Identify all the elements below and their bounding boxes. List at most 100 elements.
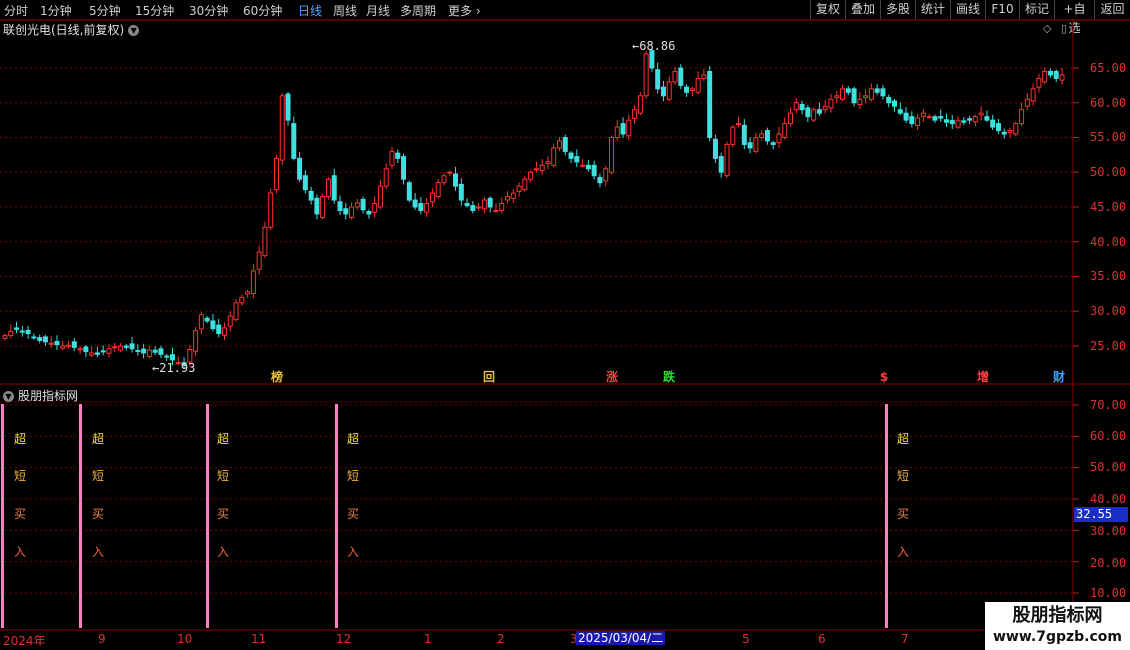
indicator-axis-label: 60.00: [1090, 429, 1127, 443]
candle-body: [551, 147, 557, 166]
candle-body: [227, 315, 233, 327]
signal-char: 超: [217, 432, 230, 446]
candle-body: [915, 117, 921, 126]
event-badge[interactable]: 增: [976, 370, 990, 384]
event-badge[interactable]: 财: [1052, 370, 1066, 384]
candle-body: [204, 317, 210, 322]
price-axis-label: 50.00: [1090, 165, 1127, 179]
event-badge[interactable]: $: [877, 370, 891, 384]
signal-char: 超: [92, 432, 105, 446]
cursor-date-label: 2025/03/04/二: [576, 631, 666, 645]
candle-body: [383, 168, 389, 187]
candle-body: [597, 176, 603, 184]
candle-body: [476, 206, 482, 209]
candle-body: [308, 190, 314, 201]
date-axis-label: 2: [497, 632, 505, 646]
candle-body: [574, 156, 580, 163]
indicator-name: 股朋指标网: [18, 389, 79, 403]
chevron-down-icon[interactable]: ▼: [3, 391, 14, 402]
candle-body: [343, 208, 349, 215]
indicator-axis-label: 40.00: [1090, 492, 1127, 506]
price-axis-label: 30.00: [1090, 304, 1127, 318]
candle-body: [19, 330, 25, 333]
candle-body: [2, 335, 8, 339]
candle-body: [764, 130, 770, 142]
candle-body: [724, 143, 730, 177]
candle-body: [603, 168, 609, 182]
date-axis-label: 1: [424, 632, 432, 646]
candle-body: [990, 119, 996, 128]
candle-body: [684, 86, 690, 93]
candle-body: [493, 209, 499, 212]
candle-body: [736, 123, 742, 126]
signal-char: 短: [92, 469, 105, 483]
candle-body: [943, 119, 949, 123]
candle-body: [412, 199, 418, 208]
candle-body: [799, 103, 805, 111]
candle-body: [83, 346, 89, 353]
candle-body: [747, 142, 753, 149]
candle-body: [1042, 70, 1048, 83]
candle-body: [146, 349, 152, 357]
price-axis-label: 45.00: [1090, 200, 1127, 214]
price-axis-label: 55.00: [1090, 130, 1127, 144]
candle-body: [851, 88, 857, 104]
candle-body: [141, 348, 147, 354]
candle-body: [401, 156, 407, 180]
candle-body: [25, 329, 31, 334]
candle-body: [123, 345, 129, 348]
candle-body: [874, 88, 880, 93]
candle-body: [909, 116, 915, 125]
signal-char: 短: [897, 469, 910, 483]
candle-body: [788, 112, 794, 125]
candle-body: [759, 133, 765, 138]
candle-body: [360, 198, 366, 211]
candle-body: [354, 202, 360, 208]
date-axis-label: 12: [336, 632, 352, 646]
candle-body: [429, 192, 435, 203]
candle-body: [499, 203, 505, 211]
event-badge[interactable]: 跌: [662, 370, 676, 384]
event-badge[interactable]: 回: [482, 370, 496, 384]
signal-char: 入: [14, 545, 27, 559]
candle-body: [31, 336, 37, 339]
date-axis-label: 11: [251, 632, 267, 646]
price-axis-label: 35.00: [1090, 269, 1127, 283]
candle-body: [164, 355, 170, 358]
candle-body: [660, 86, 666, 97]
indicator-axis-label: 10.00: [1090, 586, 1127, 600]
candle-body: [863, 95, 869, 99]
date-axis-label: 7: [901, 632, 909, 646]
cursor-value-label: 32.55: [1074, 507, 1128, 522]
candle-body: [42, 336, 48, 343]
event-badge[interactable]: 涨: [605, 370, 619, 384]
candle-body: [221, 327, 227, 336]
candle-body: [447, 171, 453, 174]
candle-body: [822, 105, 828, 111]
candle-body: [320, 196, 326, 218]
candle-body: [926, 116, 932, 119]
candle-body: [880, 88, 886, 97]
candle-body: [562, 137, 568, 152]
candle-body: [1024, 98, 1030, 107]
candle-body: [533, 168, 539, 171]
candle-body: [89, 352, 95, 356]
candle-body: [891, 100, 897, 107]
candle-body: [279, 95, 285, 161]
signal-char: 买: [897, 507, 910, 521]
kline-chart[interactable]: [0, 0, 1130, 650]
candle-body: [666, 81, 672, 100]
candle-body: [903, 112, 909, 121]
high-price-value: 68.86: [639, 39, 676, 53]
candle-body: [972, 116, 978, 123]
low-price-value: 21.93: [159, 361, 196, 375]
candle-body: [193, 330, 199, 352]
candle-body: [816, 109, 822, 114]
candle-body: [712, 138, 718, 159]
candle-body: [297, 157, 303, 180]
candle-body: [961, 120, 967, 123]
candle-body: [198, 314, 204, 330]
candle-body: [845, 88, 851, 93]
event-badge[interactable]: 榜: [270, 370, 284, 384]
candle-body: [932, 116, 938, 121]
